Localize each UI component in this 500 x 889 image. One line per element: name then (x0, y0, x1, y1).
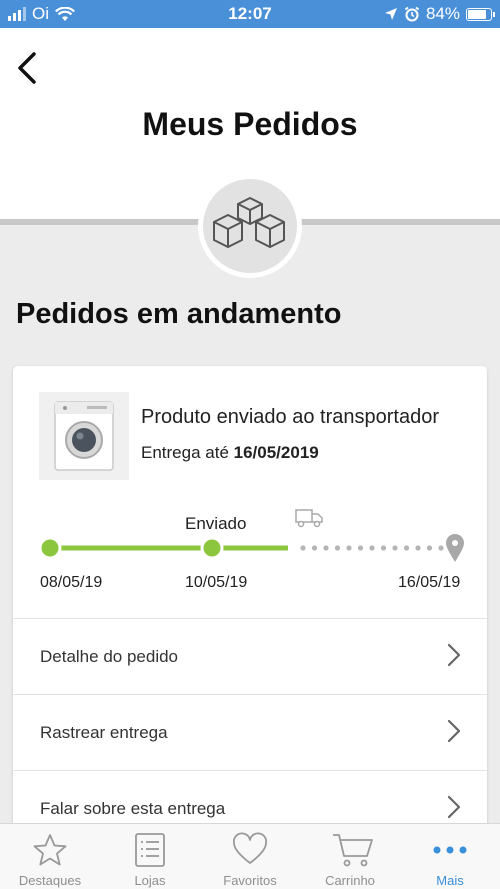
list-icon (135, 833, 165, 867)
section-title: Pedidos em andamento (16, 298, 342, 330)
chevron-right-icon (447, 643, 461, 667)
chevron-right-icon (447, 719, 461, 743)
tab-mais[interactable]: Mais (400, 824, 500, 889)
delivery-prefix: Entrega até (141, 443, 229, 462)
destination-pin-icon (446, 534, 464, 562)
product-image[interactable] (39, 392, 129, 480)
tab-destaques[interactable]: Destaques (0, 824, 100, 889)
tab-bar: Destaques Lojas Favoritos Carrinho Mais (0, 823, 500, 889)
step-dot-shipped (200, 536, 224, 560)
star-icon (33, 834, 67, 866)
progress-line-pending (300, 545, 444, 551)
pending-dot (392, 545, 398, 551)
pending-dot (334, 545, 341, 551)
order-status: Produto enviado ao transportador (141, 406, 439, 428)
pending-dot (415, 545, 421, 551)
pending-dot (311, 545, 318, 551)
heart-icon (233, 832, 267, 864)
contact-delivery-label: Falar sobre esta entrega (40, 799, 226, 818)
order-detail-label: Detalhe do pedido (40, 647, 179, 666)
pending-dot (300, 545, 306, 551)
tab-label: Mais (436, 873, 464, 888)
cart-icon (333, 834, 373, 867)
tracking-date-shipped: 10/05/19 (185, 574, 248, 591)
battery-icon (466, 7, 495, 21)
tab-label: Lojas (134, 873, 166, 888)
pending-dot (426, 545, 433, 551)
location-arrow-icon (384, 8, 397, 20)
pending-dot (403, 545, 410, 551)
chevron-right-icon (447, 795, 461, 819)
tab-favoritos[interactable]: Favoritos (200, 824, 300, 889)
orders-badge (198, 174, 302, 278)
pending-dot (346, 545, 352, 551)
status-bar: Oi 12:07 84% (0, 0, 500, 28)
tab-lojas[interactable]: Lojas (100, 824, 200, 889)
pending-dot (438, 545, 444, 551)
delivery-date: 16/05/2019 (233, 443, 319, 462)
pending-dot (380, 545, 387, 551)
tab-label: Favoritos (223, 873, 277, 888)
tab-carrinho[interactable]: Carrinho (300, 824, 400, 889)
chevron-left-icon (18, 52, 36, 84)
truck-icon (295, 509, 323, 528)
washing-machine-icon (54, 401, 114, 471)
tracking-date-delivery: 16/05/19 (398, 574, 461, 591)
back-button[interactable] (12, 48, 42, 88)
pending-dot (323, 545, 329, 551)
tab-label: Carrinho (325, 873, 375, 888)
status-right: 84% (384, 4, 495, 24)
tab-label: Destaques (18, 873, 82, 888)
order-detail-row[interactable]: Detalhe do pedido (13, 618, 487, 694)
delivery-estimate: Entrega até 16/05/2019 (141, 443, 319, 463)
track-delivery-label: Rastrear entrega (40, 723, 168, 742)
track-delivery-row[interactable]: Rastrear entrega (13, 694, 487, 770)
pending-dot (369, 545, 375, 551)
tracking-date-ordered: 08/05/19 (40, 574, 103, 591)
tracking-timeline (38, 534, 464, 562)
boxes-icon (213, 197, 285, 248)
pending-dot (357, 545, 364, 551)
step-dot-ordered (38, 536, 62, 560)
alarm-icon (404, 6, 420, 22)
battery-percent: 84% (425, 4, 460, 23)
order-card: Produto enviado ao transportador Entrega… (13, 366, 487, 846)
page-title: Meus Pedidos (142, 106, 358, 142)
more-icon (433, 846, 467, 854)
